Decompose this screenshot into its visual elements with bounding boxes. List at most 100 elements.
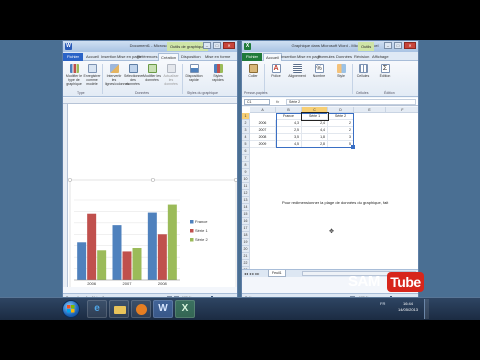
- sheet-nav-icon[interactable]: ◂◂ ◂ ▸ ▸▸: [244, 271, 259, 276]
- row-header[interactable]: 9: [242, 169, 250, 176]
- excel-tab-data[interactable]: Données: [334, 53, 354, 61]
- row-header[interactable]: 15: [242, 211, 250, 218]
- taskbar-word[interactable]: W: [153, 300, 173, 318]
- row-header[interactable]: 22: [242, 260, 250, 267]
- clipboard-icon: [248, 64, 258, 73]
- word-maximize-button[interactable]: □: [213, 42, 221, 49]
- column-header-a[interactable]: A: [250, 107, 276, 113]
- row-header[interactable]: 5: [242, 141, 250, 148]
- column-header-f[interactable]: F: [386, 107, 418, 113]
- group-cells: Cellules: [356, 91, 369, 95]
- font-button[interactable]: A Police: [267, 64, 285, 78]
- taskbar-internet-explorer[interactable]: e: [87, 300, 107, 318]
- save-as-template-button[interactable]: Enregistrer comme modèle: [83, 64, 101, 86]
- excel-chart-tools-context: Outils: [358, 42, 375, 51]
- word-document-area: 2006 2007 2008 France Série 1 Série 2: [63, 98, 237, 287]
- row-header[interactable]: 18: [242, 232, 250, 239]
- row-header[interactable]: 13: [242, 197, 250, 204]
- refresh-data-button[interactable]: Actualiser les données: [162, 64, 180, 86]
- excel-ribbon: Coller A Police Alignement % Nombre Style …: [242, 61, 418, 97]
- ribbon-separator: [102, 64, 103, 94]
- chart-resize-handle: [234, 178, 237, 182]
- excel-tab-review[interactable]: Révision: [352, 53, 371, 61]
- number-button[interactable]: % Nombre: [310, 64, 328, 78]
- change-chart-type-button[interactable]: Modifier le type de graphique: [65, 64, 83, 86]
- excel-tab-view[interactable]: Affichage: [370, 53, 391, 61]
- embedded-chart[interactable]: 2006 2007 2008 France Série 1 Série 2: [68, 104, 238, 287]
- row-header[interactable]: 1: [242, 113, 250, 120]
- word-minimize-button[interactable]: –: [203, 42, 211, 49]
- document-page[interactable]: 2006 2007 2008 France Série 1 Série 2: [68, 104, 238, 287]
- styles-button[interactable]: Style: [332, 64, 350, 78]
- row-header[interactable]: 20: [242, 246, 250, 253]
- select-data-button[interactable]: Sélectionner des données: [124, 64, 143, 86]
- word-title-bar[interactable]: W Document1 - Microsoft Word Outils de g…: [63, 41, 237, 52]
- group-data: Données: [135, 91, 150, 95]
- clock[interactable]: 16:44 14/05/2013: [396, 301, 420, 313]
- legend-entry: Série 1: [195, 228, 208, 233]
- legend-entry: France: [195, 219, 208, 224]
- word-ribbon: Modifier le type de graphique Enregistre…: [63, 61, 237, 97]
- row-header[interactable]: 16: [242, 218, 250, 225]
- editing-button[interactable]: Σ Édition: [376, 64, 394, 78]
- group-editing: Édition: [384, 91, 395, 95]
- excel-window: X Graphique dans Microsoft Word - Micros…: [241, 40, 419, 304]
- word-close-button[interactable]: ✕: [223, 42, 235, 49]
- taskbar-media-player[interactable]: [131, 300, 151, 318]
- show-desktop-button[interactable]: [424, 299, 429, 319]
- row-header[interactable]: 6: [242, 148, 250, 155]
- start-button[interactable]: [62, 300, 80, 318]
- switch-row-column-button[interactable]: Intervertir les lignes/colonnes: [105, 64, 129, 86]
- taskbar-file-explorer[interactable]: [109, 300, 129, 318]
- row-header[interactable]: 21: [242, 253, 250, 260]
- word-tab-format-layout[interactable]: Disposition: [179, 53, 203, 61]
- row-header[interactable]: 17: [242, 225, 250, 232]
- excel-maximize-button[interactable]: □: [394, 42, 402, 49]
- column-header-e[interactable]: E: [354, 107, 386, 113]
- word-tab-format[interactable]: Mise en forme: [203, 53, 232, 61]
- excel-title-bar[interactable]: X Graphique dans Microsoft Word - Micros…: [242, 41, 418, 52]
- tray-language[interactable]: FR: [380, 301, 385, 306]
- x-tick-label: 2006: [87, 281, 97, 286]
- excel-close-button[interactable]: ✕: [404, 42, 416, 49]
- ribbon-separator: [352, 64, 353, 94]
- name-box[interactable]: C1: [244, 99, 270, 105]
- taskbar-excel[interactable]: X: [175, 300, 195, 318]
- word-tab-file[interactable]: Fichier: [63, 53, 84, 61]
- excel-tab-file[interactable]: Fichier: [242, 53, 263, 61]
- word-tab-design[interactable]: Création: [158, 53, 180, 61]
- word-app-icon[interactable]: W: [65, 43, 72, 50]
- row-header[interactable]: 4: [242, 134, 250, 141]
- row-header[interactable]: 14: [242, 204, 250, 211]
- template-icon: [87, 64, 97, 73]
- row-header[interactable]: 8: [242, 162, 250, 169]
- row-header[interactable]: 19: [242, 239, 250, 246]
- quick-styles-button[interactable]: Styles rapides: [209, 64, 227, 82]
- word-tab-references[interactable]: Références: [135, 53, 159, 61]
- cell-a2[interactable]: 2006: [250, 120, 276, 127]
- cell-a3[interactable]: 2007: [250, 127, 276, 134]
- spreadsheet-grid[interactable]: A B C D E F 1 2 3 4 5 6 7 8 9 10 11 12 1…: [242, 107, 418, 269]
- row-header[interactable]: 10: [242, 176, 250, 183]
- alignment-button[interactable]: Alignement: [288, 64, 306, 78]
- row-header[interactable]: 12: [242, 190, 250, 197]
- sheet-tab-feuil1[interactable]: Feuil1: [268, 270, 286, 277]
- row-header[interactable]: 7: [242, 155, 250, 162]
- cell-a5[interactable]: 2009: [250, 141, 276, 148]
- edit-data-button[interactable]: Modifier les données: [143, 64, 161, 82]
- paste-button[interactable]: Coller: [244, 64, 262, 78]
- cell-c1[interactable]: Série 1: [301, 112, 329, 121]
- fx-icon[interactable]: fx: [276, 99, 279, 104]
- excel-app-icon[interactable]: X: [244, 43, 251, 50]
- excel-minimize-button[interactable]: –: [384, 42, 392, 49]
- bar-série-2-2007: [132, 248, 142, 280]
- formula-input[interactable]: Série 2: [286, 99, 416, 105]
- row-header[interactable]: 3: [242, 127, 250, 134]
- legend-swatch: [190, 229, 194, 233]
- quick-layout-button[interactable]: Disposition rapide: [185, 64, 203, 82]
- row-header[interactable]: 2: [242, 120, 250, 127]
- cell-a4[interactable]: 2008: [250, 134, 276, 141]
- cells-button[interactable]: Cellules: [354, 64, 372, 78]
- range-resize-handle[interactable]: [351, 145, 355, 149]
- row-header[interactable]: 11: [242, 183, 250, 190]
